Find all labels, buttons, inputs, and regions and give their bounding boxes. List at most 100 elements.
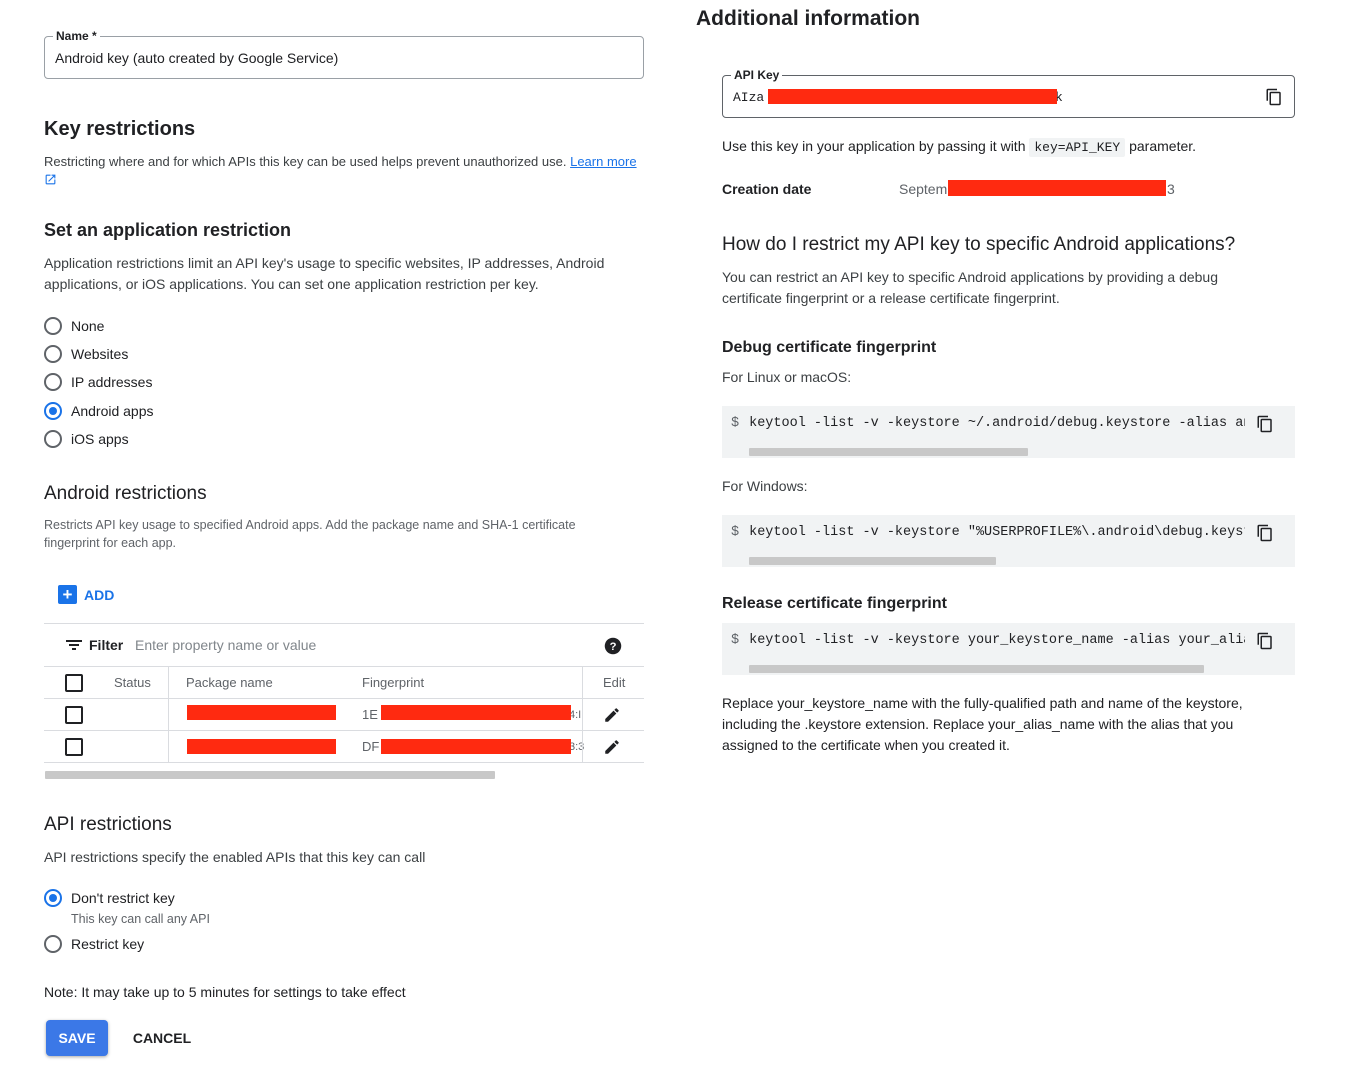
copy-icon[interactable] xyxy=(1256,524,1274,542)
redacted-creation-date xyxy=(948,180,1166,196)
filter-label: Filter xyxy=(89,637,124,653)
pencil-icon xyxy=(605,707,619,722)
edit-button[interactable] xyxy=(603,731,621,762)
radio-dont-restrict-control[interactable] xyxy=(44,889,62,907)
row-fingerprint-prefix: 1E xyxy=(362,707,378,722)
radio-none-label: None xyxy=(71,318,105,334)
release-code-line: $ keytool -list -v -keystore your_keystor… xyxy=(731,633,1245,648)
radio-none-control[interactable] xyxy=(44,317,62,335)
debug-fingerprint-title: Debug certificate fingerprint xyxy=(722,339,937,356)
col-fingerprint[interactable]: Fingerprint xyxy=(362,667,424,698)
windows-code-block: $ keytool -list -v -keystore "%USERPROFIL… xyxy=(722,515,1295,567)
api-restrictions-description: API restrictions specify the enabled API… xyxy=(44,849,426,865)
key-restrictions-text: Restricting where and for which APIs thi… xyxy=(44,154,567,169)
redacted-fingerprint xyxy=(381,739,571,754)
code-scrollbar[interactable] xyxy=(749,557,996,565)
radio-websites-label: Websites xyxy=(71,346,129,362)
radio-android-apps[interactable]: Android apps xyxy=(44,401,154,421)
radio-ip-addresses-label: IP addresses xyxy=(71,374,153,390)
help-outro-3: assigned to the certificate when you cre… xyxy=(722,737,1010,753)
cancel-button[interactable]: CANCEL xyxy=(124,1020,200,1056)
copy-icon[interactable] xyxy=(1256,632,1274,650)
name-field-value[interactable]: Android key (auto created by Google Serv… xyxy=(55,50,338,66)
radio-ios-apps[interactable]: iOS apps xyxy=(44,429,129,449)
linux-label: For Linux or macOS: xyxy=(722,369,852,385)
plus-icon: + xyxy=(58,585,77,604)
radio-ios-apps-label: iOS apps xyxy=(71,431,129,447)
col-package-name[interactable]: Package name xyxy=(186,667,273,698)
radio-restrict-key-control[interactable] xyxy=(44,935,62,953)
select-all-checkbox-cell[interactable] xyxy=(65,667,83,698)
radio-android-apps-label: Android apps xyxy=(71,403,154,419)
copy-icon[interactable] xyxy=(1256,415,1274,433)
select-all-checkbox[interactable] xyxy=(65,673,83,692)
release-command: keytool -list -v -keystore your_keystore… xyxy=(749,633,1245,648)
app-restriction-title: Set an application restriction xyxy=(44,220,292,240)
radio-android-apps-control[interactable] xyxy=(44,402,62,420)
help-icon[interactable]: ? xyxy=(604,637,622,655)
row-checkbox[interactable] xyxy=(65,737,83,756)
save-button[interactable]: SAVE xyxy=(46,1020,108,1056)
radio-dont-restrict[interactable]: Don't restrict key xyxy=(44,888,175,908)
redacted-fingerprint xyxy=(381,705,571,720)
radio-ip-addresses[interactable]: IP addresses xyxy=(44,372,152,392)
windows-code-line: $ keytool -list -v -keystore "%USERPROFIL… xyxy=(731,525,1245,540)
code-scrollbar[interactable] xyxy=(749,448,1028,456)
linux-code-block: $ keytool -list -v -keystore ~/.android/d… xyxy=(722,406,1295,458)
additional-info-title: Additional information xyxy=(696,7,920,30)
api-restrictions-title: API restrictions xyxy=(44,814,172,835)
release-code-block: $ keytool -list -v -keystore your_keystor… xyxy=(722,623,1295,675)
copy-icon[interactable] xyxy=(1265,88,1283,106)
table-scrollbar[interactable] xyxy=(45,771,495,779)
name-field-label: Name * xyxy=(53,29,100,43)
radio-websites-control[interactable] xyxy=(44,345,62,363)
external-link-icon[interactable] xyxy=(44,173,57,186)
radio-restrict-key-label: Restrict key xyxy=(71,936,145,952)
key-restrictions-title: Key restrictions xyxy=(44,118,196,140)
add-button-label: ADD xyxy=(84,586,115,603)
radio-websites[interactable]: Websites xyxy=(44,344,128,364)
radio-none[interactable]: None xyxy=(44,316,104,336)
pencil-icon xyxy=(605,739,619,754)
redacted-api-key xyxy=(768,89,1057,104)
api-key-usage-prefix: Use this key in your application by pass… xyxy=(722,138,1026,154)
radio-dont-restrict-label: Don't restrict key xyxy=(71,890,175,906)
row-checkbox[interactable] xyxy=(65,705,83,724)
radio-ios-apps-control[interactable] xyxy=(44,430,62,448)
radio-ip-addresses-control[interactable] xyxy=(44,373,62,391)
help-title: How do I restrict my API key to specific… xyxy=(722,234,1236,255)
android-restrictions-description-2: fingerprint for each app. xyxy=(44,536,177,550)
windows-label: For Windows: xyxy=(722,478,808,494)
key-restrictions-description: Restricting where and for which APIs thi… xyxy=(44,153,644,171)
code-prompt: $ xyxy=(731,525,740,540)
help-intro-2: certificate fingerprint or a release cer… xyxy=(722,290,1060,306)
filter-input[interactable]: Enter property name or value xyxy=(135,637,316,653)
creation-date-label: Creation date xyxy=(722,181,812,197)
creation-date-prefix: Septem xyxy=(899,181,948,197)
linux-code-line: $ keytool -list -v -keystore ~/.android/d… xyxy=(731,416,1245,431)
api-key-usage-code: key=API_KEY xyxy=(1029,138,1126,157)
api-key-label: API Key xyxy=(731,68,783,82)
edit-button[interactable] xyxy=(603,699,621,730)
api-key-prefix: AIza xyxy=(733,90,765,105)
help-intro-1: You can restrict an API key to specific … xyxy=(722,269,1219,285)
redacted-package-name xyxy=(187,705,336,720)
help-outro-2: including the .keystore extension. Repla… xyxy=(722,716,1234,732)
col-status[interactable]: Status xyxy=(114,667,151,698)
name-field[interactable]: Name * Android key (auto created by Goog… xyxy=(44,29,644,79)
radio-restrict-key[interactable]: Restrict key xyxy=(44,934,144,954)
creation-date-suffix: 3 xyxy=(1167,181,1175,197)
col-edit: Edit xyxy=(603,675,626,690)
filter-icon[interactable] xyxy=(66,638,82,652)
table-header: Status Package name Fingerprint Edit xyxy=(44,667,644,699)
add-button[interactable]: + ADD xyxy=(58,585,114,604)
code-scrollbar[interactable] xyxy=(749,665,1204,673)
filter-bar: Filter Enter property name or value ? xyxy=(44,623,644,667)
learn-more-link[interactable]: Learn more xyxy=(570,154,636,169)
android-restrictions-description-1: Restricts API key usage to specified And… xyxy=(44,518,576,532)
app-restriction-description-1: Application restrictions limit an API ke… xyxy=(44,255,605,271)
code-prompt: $ xyxy=(731,633,740,648)
linux-command: keytool -list -v -keystore ~/.android/de… xyxy=(749,416,1245,431)
code-prompt: $ xyxy=(731,416,740,431)
api-key-usage-suffix: parameter. xyxy=(1129,138,1197,154)
